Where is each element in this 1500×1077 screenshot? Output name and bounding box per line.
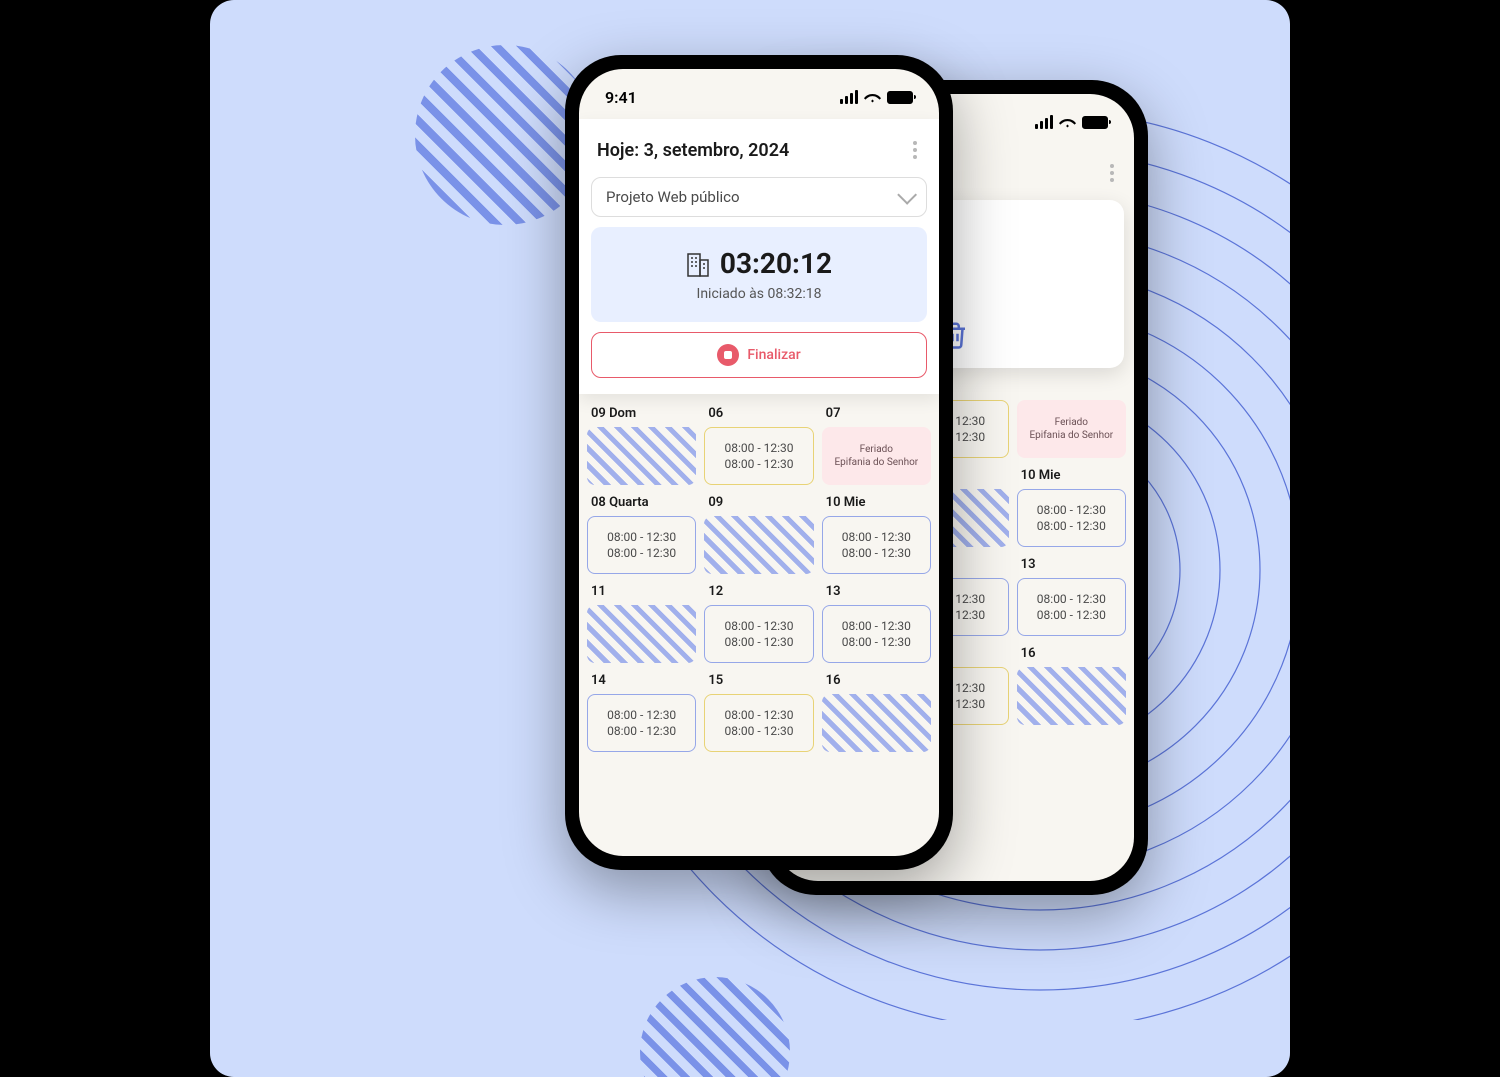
day-label [1017, 392, 1126, 400]
day-label: 10 Mie [822, 493, 931, 516]
calendar-cell[interactable]: 10 Mie08:00 - 12:3008:00 - 12:30 [1017, 466, 1126, 547]
calendar-cell[interactable]: 16 [822, 671, 931, 752]
day-label: 08 Quarta [587, 493, 696, 516]
timer-panel: 03:20:12 Iniciado às 08:32:18 [591, 227, 927, 322]
finalize-label: Finalizar [747, 347, 800, 363]
day-label: 14 [587, 671, 696, 694]
calendar-cell[interactable]: 1408:00 - 12:3008:00 - 12:30 [587, 671, 696, 752]
calendar-cell[interactable]: 08 Quarta08:00 - 12:3008:00 - 12:30 [587, 493, 696, 574]
day-box: 08:00 - 12:3008:00 - 12:30 [1017, 489, 1126, 547]
calendar-cell[interactable]: 07FeriadoEpifania do Senhor [822, 404, 931, 485]
phone-mockup-front: 9:41 Hoje: 3, setembro, 2024 Projeto Web… [565, 55, 953, 870]
calendar-cell[interactable]: FeriadoEpifania do Senhor [1017, 392, 1126, 458]
calendar-cell[interactable]: 09 Dom [587, 404, 696, 485]
status-icons [1035, 115, 1108, 129]
day-box [587, 427, 696, 485]
day-box: 08:00 - 12:3008:00 - 12:30 [704, 427, 813, 485]
finalize-button[interactable]: Finalizar [591, 332, 927, 378]
day-box: 08:00 - 12:3008:00 - 12:30 [1017, 578, 1126, 636]
wifi-icon [1059, 116, 1076, 129]
day-box [587, 605, 696, 663]
day-box: 08:00 - 12:3008:00 - 12:30 [704, 694, 813, 752]
building-icon [686, 250, 710, 278]
day-box [822, 694, 931, 752]
chevron-down-icon [897, 185, 917, 205]
day-label: 16 [822, 671, 931, 694]
status-time: 9:41 [605, 88, 637, 107]
calendar-cell[interactable]: 11 [587, 582, 696, 663]
project-select[interactable]: Projeto Web público [591, 177, 927, 217]
kebab-menu-icon[interactable] [909, 137, 921, 163]
stop-icon [717, 344, 739, 366]
day-box: FeriadoEpifania do Senhor [1017, 400, 1126, 458]
day-box: 08:00 - 12:3008:00 - 12:30 [587, 516, 696, 574]
timer-value: 03:20:12 [720, 247, 832, 280]
project-name: Projeto Web público [606, 188, 740, 206]
day-box: 08:00 - 12:3008:00 - 12:30 [822, 605, 931, 663]
day-label: 13 [1017, 555, 1126, 578]
day-box: 08:00 - 12:3008:00 - 12:30 [704, 605, 813, 663]
day-label: 07 [822, 404, 931, 427]
calendar-cell[interactable]: 0608:00 - 12:3008:00 - 12:30 [704, 404, 813, 485]
wifi-icon [864, 91, 881, 104]
signal-icon [840, 90, 858, 104]
day-label: 12 [704, 582, 813, 605]
signal-icon [1035, 115, 1053, 129]
day-label: 10 Mie [1017, 466, 1126, 489]
day-box: FeriadoEpifania do Senhor [822, 427, 931, 485]
day-label: 16 [1017, 644, 1126, 667]
mockup-canvas: 9:41 niel Rojas da tarde 4:30 | 17:00 - … [210, 0, 1290, 1077]
calendar-cell[interactable]: 1208:00 - 12:3008:00 - 12:30 [704, 582, 813, 663]
tracker-header-card: Hoje: 3, setembro, 2024 Projeto Web públ… [579, 119, 939, 394]
day-box [1017, 667, 1126, 725]
calendar-cell[interactable]: 1508:00 - 12:3008:00 - 12:30 [704, 671, 813, 752]
timer-started-label: Iniciado às 08:32:18 [603, 286, 915, 302]
calendar-cell[interactable]: 10 Mie08:00 - 12:3008:00 - 12:30 [822, 493, 931, 574]
calendar-cell[interactable]: 09 [704, 493, 813, 574]
day-box: 08:00 - 12:3008:00 - 12:30 [822, 516, 931, 574]
day-label: 09 Dom [587, 404, 696, 427]
day-label: 15 [704, 671, 813, 694]
day-label: 06 [704, 404, 813, 427]
status-bar: 9:41 [579, 69, 939, 119]
day-box: 08:00 - 12:3008:00 - 12:30 [587, 694, 696, 752]
page-title: Hoje: 3, setembro, 2024 [597, 140, 789, 161]
calendar-grid: 09 Dom0608:00 - 12:3008:00 - 12:3007Feri… [579, 394, 939, 770]
status-icons [840, 90, 913, 104]
battery-icon [1082, 116, 1108, 129]
calendar-cell[interactable]: 1308:00 - 12:3008:00 - 12:30 [822, 582, 931, 663]
kebab-menu-icon[interactable] [1106, 160, 1118, 186]
battery-icon [887, 91, 913, 104]
day-label: 11 [587, 582, 696, 605]
calendar-cell[interactable]: 16 [1017, 644, 1126, 725]
day-label: 09 [704, 493, 813, 516]
day-box [704, 516, 813, 574]
day-label: 13 [822, 582, 931, 605]
calendar-cell[interactable]: 1308:00 - 12:3008:00 - 12:30 [1017, 555, 1126, 636]
